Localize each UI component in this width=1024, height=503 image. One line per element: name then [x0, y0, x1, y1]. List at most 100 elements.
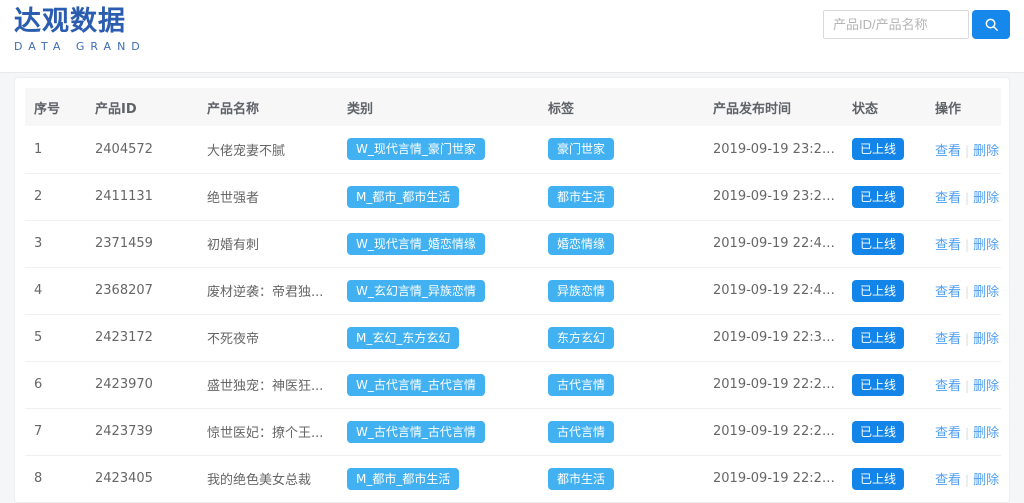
tag-badge: 古代言情 [548, 374, 614, 396]
delete-link[interactable]: 删除 [973, 473, 999, 488]
action-separator: | [965, 144, 969, 158]
app-header: 达观数据 DATA GRAND [0, 0, 1024, 73]
cell-tag: 婚恋情缘 [539, 220, 704, 267]
search-input[interactable] [823, 10, 969, 39]
cell-product-name: 废材逆袭：帝君独... [198, 267, 338, 314]
table-row: 5 2423172 不死夜帝 M_玄幻_东方玄幻 东方玄幻 2019-09-19… [25, 314, 1001, 361]
cell-status: 已上线 [843, 220, 926, 267]
delete-link[interactable]: 删除 [973, 332, 999, 347]
cell-tag: 古代言情 [539, 361, 704, 408]
cell-product-id: 2411131 [86, 173, 198, 220]
column-header-publish-time: 产品发布时间 [704, 88, 843, 126]
action-separator: | [965, 379, 969, 393]
brand-logo-en: DATA GRAND [14, 40, 146, 53]
column-header-index: 序号 [25, 88, 86, 126]
tag-badge: 婚恋情缘 [548, 233, 614, 255]
view-link[interactable]: 查看 [935, 238, 961, 253]
cell-product-id: 2423970 [86, 361, 198, 408]
view-link[interactable]: 查看 [935, 332, 961, 347]
cell-product-id: 2423739 [86, 408, 198, 455]
status-badge: 已上线 [852, 421, 904, 443]
cell-index: 1 [25, 126, 86, 173]
cell-product-id: 2371459 [86, 220, 198, 267]
products-table-card: 序号 产品ID 产品名称 类别 标签 产品发布时间 状态 操作 1 240457… [14, 77, 1010, 503]
cell-tag: 古代言情 [539, 408, 704, 455]
table-row: 7 2423739 惊世医妃：撩个王... W_古代言情_古代言情 古代言情 2… [25, 408, 1001, 455]
cell-product-id: 2423172 [86, 314, 198, 361]
category-badge: W_玄幻言情_异族恋情 [347, 280, 485, 302]
cell-publish-time: 2019-09-19 22:27:05 [704, 408, 843, 455]
cell-publish-time: 2019-09-19 22:40:02 [704, 220, 843, 267]
category-badge: W_现代言情_豪门世家 [347, 138, 485, 160]
cell-product-id: 2423405 [86, 455, 198, 502]
delete-link[interactable]: 删除 [973, 144, 999, 159]
column-header-status: 状态 [843, 88, 926, 126]
action-separator: | [965, 285, 969, 299]
tag-badge: 异族恋情 [548, 280, 614, 302]
tag-badge: 古代言情 [548, 421, 614, 443]
status-badge: 已上线 [852, 138, 904, 160]
products-table: 序号 产品ID 产品名称 类别 标签 产品发布时间 状态 操作 1 240457… [25, 88, 1001, 503]
delete-link[interactable]: 删除 [973, 426, 999, 441]
cell-status: 已上线 [843, 314, 926, 361]
cell-product-name: 大佬宠妻不腻 [198, 126, 338, 173]
category-badge: W_现代言情_婚恋情缘 [347, 233, 485, 255]
cell-status: 已上线 [843, 267, 926, 314]
cell-publish-time: 2019-09-19 23:20:04 [704, 126, 843, 173]
search-button[interactable] [972, 10, 1010, 39]
cell-index: 8 [25, 455, 86, 502]
table-body: 1 2404572 大佬宠妻不腻 W_现代言情_豪门世家 豪门世家 2019-0… [25, 126, 1001, 502]
delete-link[interactable]: 删除 [973, 191, 999, 206]
cell-tag: 都市生活 [539, 455, 704, 502]
cell-publish-time: 2019-09-19 22:25:29 [704, 455, 843, 502]
column-header-product-id: 产品ID [86, 88, 198, 126]
cell-tag: 异族恋情 [539, 267, 704, 314]
cell-product-id: 2404572 [86, 126, 198, 173]
view-link[interactable]: 查看 [935, 285, 961, 300]
delete-link[interactable]: 删除 [973, 238, 999, 253]
view-link[interactable]: 查看 [935, 379, 961, 394]
cell-publish-time: 2019-09-19 22:40:01 [704, 267, 843, 314]
cell-actions: 查看|删除 [926, 173, 1001, 220]
table-row: 3 2371459 初婚有刺 W_现代言情_婚恋情缘 婚恋情缘 2019-09-… [25, 220, 1001, 267]
column-header-actions: 操作 [926, 88, 1001, 126]
tag-badge: 都市生活 [548, 468, 614, 490]
table-row: 2 2411131 绝世强者 M_都市_都市生活 都市生活 2019-09-19… [25, 173, 1001, 220]
view-link[interactable]: 查看 [935, 426, 961, 441]
column-header-tag: 标签 [539, 88, 704, 126]
category-badge: M_玄幻_东方玄幻 [347, 327, 459, 349]
status-badge: 已上线 [852, 280, 904, 302]
action-separator: | [965, 238, 969, 252]
delete-link[interactable]: 删除 [973, 285, 999, 300]
view-link[interactable]: 查看 [935, 144, 961, 159]
view-link[interactable]: 查看 [935, 191, 961, 206]
cell-publish-time: 2019-09-19 22:27:05 [704, 361, 843, 408]
category-badge: M_都市_都市生活 [347, 186, 459, 208]
cell-category: W_现代言情_婚恋情缘 [338, 220, 539, 267]
status-badge: 已上线 [852, 327, 904, 349]
cell-tag: 豪门世家 [539, 126, 704, 173]
cell-status: 已上线 [843, 173, 926, 220]
cell-actions: 查看|删除 [926, 455, 1001, 502]
cell-status: 已上线 [843, 455, 926, 502]
category-badge: W_古代言情_古代言情 [347, 421, 485, 443]
brand-logo[interactable]: 达观数据 DATA GRAND [14, 7, 146, 53]
cell-category: M_玄幻_东方玄幻 [338, 314, 539, 361]
cell-product-name: 惊世医妃：撩个王... [198, 408, 338, 455]
view-link[interactable]: 查看 [935, 473, 961, 488]
cell-actions: 查看|删除 [926, 408, 1001, 455]
cell-status: 已上线 [843, 126, 926, 173]
cell-actions: 查看 | 删除 [926, 126, 1001, 173]
action-separator: | [965, 332, 969, 346]
cell-product-name: 我的绝色美女总裁 [198, 455, 338, 502]
brand-logo-cn: 达观数据 [14, 7, 146, 37]
delete-link[interactable]: 删除 [973, 379, 999, 394]
cell-product-name: 盛世独宠：神医狂... [198, 361, 338, 408]
cell-actions: 查看 | 删除 [926, 314, 1001, 361]
table-row: 4 2368207 废材逆袭：帝君独... W_玄幻言情_异族恋情 异族恋情 2… [25, 267, 1001, 314]
cell-index: 5 [25, 314, 86, 361]
category-badge: M_都市_都市生活 [347, 468, 459, 490]
cell-publish-time: 2019-09-19 22:33:06 [704, 314, 843, 361]
table-row: 1 2404572 大佬宠妻不腻 W_现代言情_豪门世家 豪门世家 2019-0… [25, 126, 1001, 173]
search-icon [984, 17, 999, 32]
